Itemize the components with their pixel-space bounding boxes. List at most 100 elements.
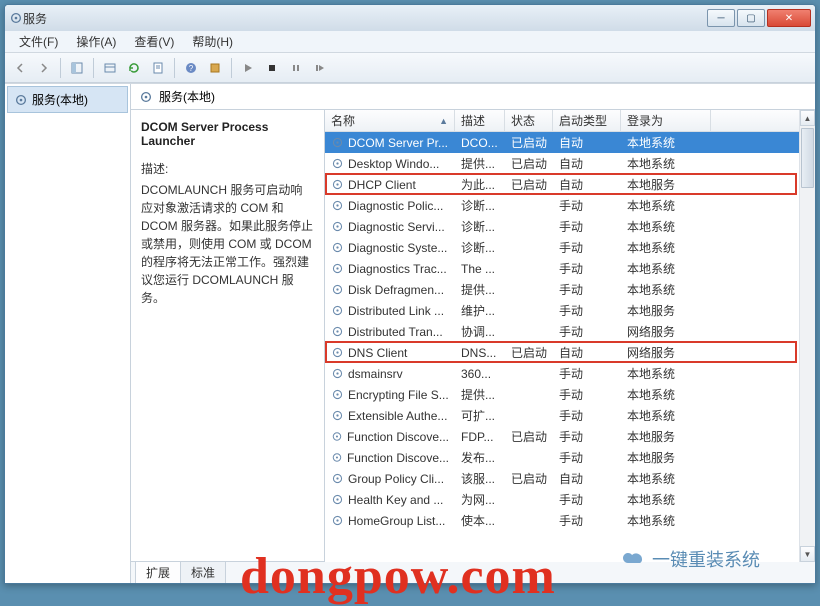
cell-logon: 本地系统	[621, 134, 711, 151]
cell-desc: 诊断...	[455, 218, 505, 235]
col-desc[interactable]: 描述	[455, 110, 505, 131]
menu-action[interactable]: 操作(A)	[68, 31, 124, 52]
separator	[231, 58, 232, 78]
selected-service-name: DCOM Server Process Launcher	[141, 120, 314, 148]
service-row[interactable]: Distributed Link ...维护...手动本地服务	[325, 300, 815, 321]
titlebar[interactable]: 服务 ─ ▢ ✕	[5, 5, 815, 31]
description-text: DCOMLAUNCH 服务可启动响应对象激活请求的 COM 和 DCOM 服务器…	[141, 181, 314, 307]
list-body[interactable]: DCOM Server Pr...DCO...已启动自动本地系统Desktop …	[325, 132, 815, 562]
cell-status: 已启动	[505, 176, 553, 193]
service-row[interactable]: Group Policy Cli...该服...已启动自动本地系统	[325, 468, 815, 489]
service-row[interactable]: Disk Defragmen...提供...手动本地系统	[325, 279, 815, 300]
restart-button[interactable]	[309, 57, 331, 79]
cell-logon: 本地系统	[621, 155, 711, 172]
scroll-thumb[interactable]	[801, 128, 814, 188]
minimize-button[interactable]: ─	[707, 9, 735, 27]
cell-status: 已启动	[505, 344, 553, 361]
cell-name: Encrypting File S...	[325, 388, 455, 402]
cell-desc: 发布...	[455, 449, 505, 466]
cell-start: 手动	[553, 281, 621, 298]
cell-start: 手动	[553, 323, 621, 340]
help2-button[interactable]	[204, 57, 226, 79]
maximize-button[interactable]: ▢	[737, 9, 765, 27]
cell-logon: 本地系统	[621, 281, 711, 298]
service-row[interactable]: Diagnostics Trac...The ...手动本地系统	[325, 258, 815, 279]
tab-extended[interactable]: 扩展	[135, 561, 181, 583]
service-row[interactable]: Function Discove...发布...手动本地服务	[325, 447, 815, 468]
stop-button[interactable]	[261, 57, 283, 79]
cell-name: Health Key and ...	[325, 493, 455, 507]
separator	[60, 58, 61, 78]
cell-logon: 本地系统	[621, 365, 711, 382]
cell-name: dsmainsrv	[325, 367, 455, 381]
col-start[interactable]: 启动类型	[553, 110, 621, 131]
window-title: 服务	[23, 10, 707, 27]
service-row[interactable]: Distributed Tran...协调...手动网络服务	[325, 321, 815, 342]
cell-logon: 本地服务	[621, 302, 711, 319]
scroll-track[interactable]	[800, 126, 815, 546]
start-button[interactable]	[237, 57, 259, 79]
service-row[interactable]: HomeGroup List...使本...手动本地系统	[325, 510, 815, 531]
cell-logon: 本地服务	[621, 428, 711, 445]
tab-standard[interactable]: 标准	[180, 561, 226, 583]
main-pane: 服务(本地) DCOM Server Process Launcher 描述: …	[131, 84, 815, 583]
nav-root[interactable]: 服务(本地)	[7, 86, 128, 113]
cell-start: 手动	[553, 386, 621, 403]
main-header: 服务(本地)	[131, 84, 815, 110]
cell-status: 已启动	[505, 428, 553, 445]
col-logon[interactable]: 登录为	[621, 110, 711, 131]
list-pane: 名称▲ 描述 状态 启动类型 登录为 DCOM Server Pr...DCO.…	[325, 110, 815, 562]
services-window: 服务 ─ ▢ ✕ 文件(F) 操作(A) 查看(V) 帮助(H) ?	[4, 4, 816, 584]
service-row[interactable]: DCOM Server Pr...DCO...已启动自动本地系统	[325, 132, 815, 153]
service-row[interactable]: DHCP Client为此...已启动自动本地服务	[325, 174, 815, 195]
cell-name: Diagnostic Syste...	[325, 241, 455, 255]
scroll-down-button[interactable]: ▼	[800, 546, 815, 562]
cell-desc: 诊断...	[455, 239, 505, 256]
cell-desc: 为网...	[455, 491, 505, 508]
menu-view[interactable]: 查看(V)	[126, 31, 182, 52]
cell-desc: 该服...	[455, 470, 505, 487]
tab-strip: 扩展 标准	[131, 561, 815, 583]
show-hide-button[interactable]	[66, 57, 88, 79]
cell-desc: 提供...	[455, 155, 505, 172]
export-button[interactable]	[99, 57, 121, 79]
menu-file[interactable]: 文件(F)	[11, 31, 66, 52]
cell-logon: 本地服务	[621, 176, 711, 193]
cell-logon: 本地服务	[621, 449, 711, 466]
cell-desc: FDP...	[455, 430, 505, 444]
gear-icon	[139, 90, 153, 104]
main-title: 服务(本地)	[159, 88, 215, 105]
cell-logon: 网络服务	[621, 344, 711, 361]
service-row[interactable]: Diagnostic Syste...诊断...手动本地系统	[325, 237, 815, 258]
service-row[interactable]: dsmainsrv360...手动本地系统	[325, 363, 815, 384]
service-row[interactable]: Diagnostic Polic...诊断...手动本地系统	[325, 195, 815, 216]
cell-start: 手动	[553, 365, 621, 382]
service-row[interactable]: Extensible Authe...可扩...手动本地系统	[325, 405, 815, 426]
service-row[interactable]: Desktop Windo...提供...已启动自动本地系统	[325, 153, 815, 174]
service-row[interactable]: Diagnostic Servi...诊断...手动本地系统	[325, 216, 815, 237]
cell-logon: 本地系统	[621, 407, 711, 424]
service-row[interactable]: DNS ClientDNS...已启动自动网络服务	[325, 342, 815, 363]
cell-name: Desktop Windo...	[325, 157, 455, 171]
toolbar: ?	[5, 53, 815, 83]
properties-button[interactable]	[147, 57, 169, 79]
close-button[interactable]: ✕	[767, 9, 811, 27]
scroll-up-button[interactable]: ▲	[800, 110, 815, 126]
col-name[interactable]: 名称▲	[325, 110, 455, 131]
back-button[interactable]	[9, 57, 31, 79]
cell-name: Disk Defragmen...	[325, 283, 455, 297]
service-row[interactable]: Encrypting File S...提供...手动本地系统	[325, 384, 815, 405]
forward-button[interactable]	[33, 57, 55, 79]
menubar: 文件(F) 操作(A) 查看(V) 帮助(H)	[5, 31, 815, 53]
menu-help[interactable]: 帮助(H)	[184, 31, 241, 52]
service-row[interactable]: Function Discove...FDP...已启动手动本地服务	[325, 426, 815, 447]
service-row[interactable]: Health Key and ...为网...手动本地系统	[325, 489, 815, 510]
cell-start: 手动	[553, 491, 621, 508]
col-status[interactable]: 状态	[505, 110, 553, 131]
help-button[interactable]: ?	[180, 57, 202, 79]
vertical-scrollbar[interactable]: ▲ ▼	[799, 110, 815, 562]
window-buttons: ─ ▢ ✕	[707, 9, 811, 27]
nav-tree[interactable]: 服务(本地)	[5, 84, 131, 583]
refresh-button[interactable]	[123, 57, 145, 79]
pause-button[interactable]	[285, 57, 307, 79]
